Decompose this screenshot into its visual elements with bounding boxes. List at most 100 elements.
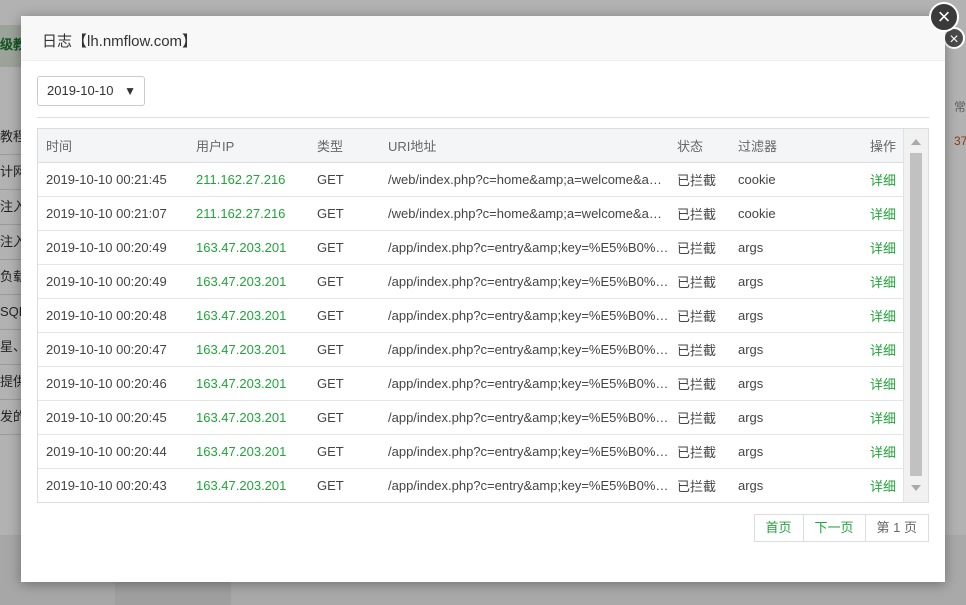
close-icon[interactable]: × [929,2,959,32]
cell-uri: /app/index.php?c=entry&amp;key=%E5%B0%8F… [380,332,669,367]
first-page-button[interactable]: 首页 [755,515,803,541]
table-row: 2019-10-10 00:20:44 163.47.203.201 GET/app… [38,434,904,469]
header-time: 时间 [38,129,188,163]
table-row: 2019-10-10 00:21:45 211.162.27.216 GET/web… [38,162,904,197]
cell-time: 2019-10-10 00:20:49 [38,230,188,265]
cell-uri: /app/index.php?c=entry&amp;key=%E5%B0%8F… [380,230,669,265]
cell-uri: /app/index.php?c=entry&amp;key=%E5%B0%8F… [380,366,669,401]
log-table-container: 时间 用户IP 类型 URI地址 状态 过滤器 操作 2019-10-10 00… [37,128,929,503]
cell-status: 已拦截 [669,434,730,469]
cell-time: 2019-10-10 00:20:43 [38,468,188,502]
cell-type: GET [309,162,380,197]
table-row: 2019-10-10 00:20:49 163.47.203.201 GET/app… [38,230,904,265]
detail-link[interactable]: 详细 [834,230,904,265]
header-type: 类型 [309,129,380,163]
table-row: 2019-10-10 00:20:45 163.47.203.201 GET/app… [38,400,904,435]
cell-type: GET [309,298,380,333]
detail-link[interactable]: 详细 [834,196,904,231]
cell-filter: args [730,434,834,469]
cell-uri: /app/index.php?c=entry&amp;key=%E5%B0%8F… [380,400,669,435]
cell-ip: 163.47.203.201 [188,298,309,333]
cell-uri: /app/index.php?c=entry&amp;key=%E5%B0%8F… [380,468,669,502]
table-row: 2019-10-10 00:20:47 163.47.203.201 GET/app… [38,332,904,367]
scroll-up-arrow-icon[interactable] [911,139,921,145]
cell-time: 2019-10-10 00:21:07 [38,196,188,231]
cell-status: 已拦截 [669,468,730,502]
cell-time: 2019-10-10 00:20:49 [38,264,188,299]
detail-link[interactable]: 详细 [834,366,904,401]
cell-time: 2019-10-10 00:20:44 [38,434,188,469]
cell-status: 已拦截 [669,230,730,265]
log-dialog: 日志【lh.nmflow.com】 × 2019-10-10 ▼ 时间 用户IP… [21,2,959,582]
cell-status: 已拦截 [669,298,730,333]
date-select-value: 2019-10-10 [47,83,114,98]
table-row: 2019-10-10 00:21:07 211.162.27.216 GET/web… [38,196,904,231]
date-select[interactable]: 2019-10-10 ▼ [37,76,145,106]
cell-uri: /app/index.php?c=entry&amp;key=%E5%B0%8F… [380,298,669,333]
table-header-row: 时间 用户IP 类型 URI地址 状态 过滤器 操作 [38,129,904,163]
next-page-button[interactable]: 下一页 [802,515,865,541]
pagination: 首页 下一页 第 1 页 [753,514,929,542]
detail-link[interactable]: 详细 [834,162,904,197]
header-filter: 过滤器 [730,129,834,163]
cell-time: 2019-10-10 00:20:45 [38,400,188,435]
cell-status: 已拦截 [669,264,730,299]
cell-filter: cookie [730,196,834,231]
cell-type: GET [309,332,380,367]
cell-filter: args [730,264,834,299]
table-scrollbar[interactable] [903,129,928,502]
cell-ip: 163.47.203.201 [188,230,309,265]
cell-filter: args [730,400,834,435]
detail-link[interactable]: 详细 [834,264,904,299]
dialog-header: 日志【lh.nmflow.com】 [21,16,945,61]
detail-link[interactable]: 详细 [834,468,904,502]
cell-filter: args [730,298,834,333]
table-row: 2019-10-10 00:20:48 163.47.203.201 GET/app… [38,298,904,333]
cell-ip: 211.162.27.216 [188,196,309,231]
header-action: 操作 [834,129,904,163]
detail-link[interactable]: 详细 [834,298,904,333]
cell-filter: args [730,366,834,401]
log-table: 时间 用户IP 类型 URI地址 状态 过滤器 操作 2019-10-10 00… [38,129,904,502]
cell-type: GET [309,366,380,401]
cell-uri: /app/index.php?c=entry&amp;key=%E5%B0%8F… [380,264,669,299]
cell-type: GET [309,468,380,502]
detail-link[interactable]: 详细 [834,400,904,435]
cell-uri: /web/index.php?c=home&amp;a=welcome&amp;… [380,162,669,197]
detail-link[interactable]: 详细 [834,332,904,367]
dialog-title: 日志【lh.nmflow.com】 [42,33,198,50]
cell-time: 2019-10-10 00:21:45 [38,162,188,197]
table-row: 2019-10-10 00:20:49 163.47.203.201 GET/app… [38,264,904,299]
cell-filter: cookie [730,162,834,197]
current-page-indicator: 第 1 页 [864,515,928,541]
cell-ip: 163.47.203.201 [188,264,309,299]
detail-link[interactable]: 详细 [834,434,904,469]
cell-ip: 163.47.203.201 [188,468,309,502]
cell-time: 2019-10-10 00:20:47 [38,332,188,367]
cell-filter: args [730,230,834,265]
cell-ip: 163.47.203.201 [188,366,309,401]
cell-filter: args [730,332,834,367]
cell-status: 已拦截 [669,400,730,435]
table-row: 2019-10-10 00:20:43 163.47.203.201 GET/app… [38,468,904,502]
header-uri: URI地址 [380,129,669,163]
header-ip: 用户IP [188,129,309,163]
cell-status: 已拦截 [669,162,730,197]
scrollbar-thumb[interactable] [910,153,922,476]
scroll-down-arrow-icon[interactable] [911,485,921,491]
cell-ip: 163.47.203.201 [188,332,309,367]
cell-time: 2019-10-10 00:20:48 [38,298,188,333]
divider [37,117,929,118]
cell-uri: /app/index.php?c=entry&amp;key=%E5%B0%8F… [380,434,669,469]
cell-type: GET [309,434,380,469]
cell-time: 2019-10-10 00:20:46 [38,366,188,401]
cell-ip: 163.47.203.201 [188,434,309,469]
cell-type: GET [309,264,380,299]
cell-uri: /web/index.php?c=home&amp;a=welcome&amp;… [380,196,669,231]
cell-ip: 163.47.203.201 [188,400,309,435]
cell-status: 已拦截 [669,196,730,231]
dropdown-arrow-icon: ▼ [124,84,136,98]
cell-ip: 211.162.27.216 [188,162,309,197]
cell-filter: args [730,468,834,502]
cell-type: GET [309,196,380,231]
